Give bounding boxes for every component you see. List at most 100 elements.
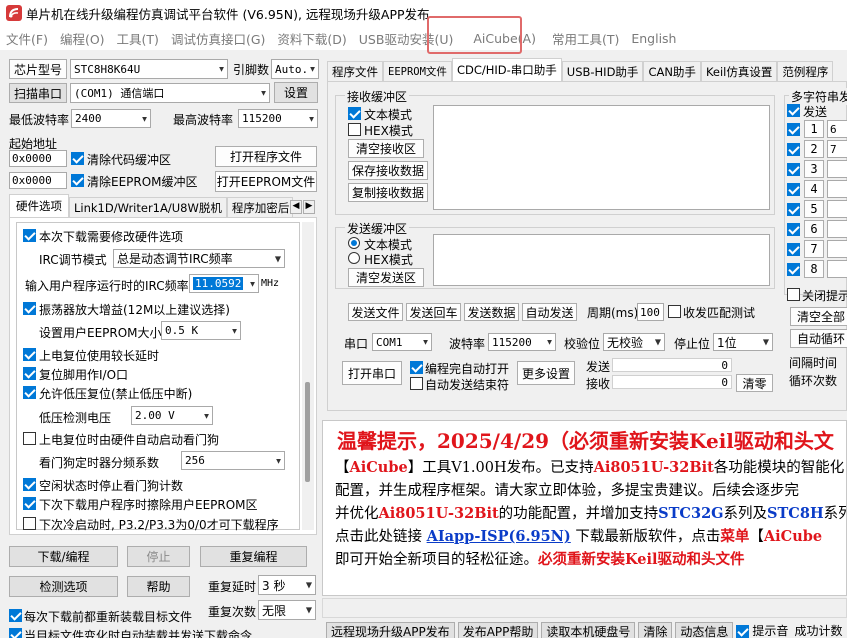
multi-row-checkbox[interactable] [787, 243, 800, 256]
eeprom-size-select[interactable]: 0.5 K ▼ [161, 321, 241, 340]
dynamic-info-button[interactable]: 动态信息 [675, 622, 734, 638]
parity-select[interactable]: 无校验 ▼ [603, 333, 665, 351]
multi-row-send-button[interactable]: 7 [804, 240, 824, 258]
option-6-checkbox[interactable] [23, 432, 36, 445]
stop-button[interactable]: 停止 [127, 546, 190, 567]
irc-frequency-select[interactable]: 11.0592 ▼ [189, 274, 259, 293]
multi-row-send-button[interactable]: 3 [804, 160, 824, 178]
stop-bits-select[interactable]: 1位 ▼ [713, 333, 773, 351]
option-4-checkbox[interactable] [23, 367, 36, 380]
menu-common-tools[interactable]: 常用工具(T) [546, 29, 625, 48]
tab-scroll-left-icon[interactable]: ◀ [290, 200, 302, 214]
auto-send-checkbox[interactable] [9, 628, 22, 638]
period-input[interactable]: 100 [637, 303, 664, 321]
options-scrollbar[interactable] [302, 222, 314, 530]
multi-row-input[interactable] [827, 260, 847, 278]
auto-send-button[interactable]: 自动发送 [522, 303, 577, 321]
auto-end-checkbox[interactable] [410, 377, 423, 390]
receive-textarea[interactable] [433, 105, 770, 210]
baud-select[interactable]: 115200 ▼ [488, 333, 556, 351]
send-data-button[interactable]: 发送数据 [464, 303, 519, 321]
serial-port-select[interactable]: COM1 ▼ [372, 333, 432, 351]
address-input-1[interactable]: 0x0000 [9, 150, 67, 167]
auto-loop-button[interactable]: 自动循环 [790, 329, 847, 348]
multi-row-checkbox[interactable] [787, 163, 800, 176]
clear-send-button[interactable]: 清空发送区 [348, 268, 424, 287]
option-3-checkbox[interactable] [23, 348, 36, 361]
multi-row-input[interactable] [827, 220, 847, 238]
chip-model-button[interactable]: 芯片型号 [9, 59, 67, 79]
download-program-button[interactable]: 下载/编程 [9, 546, 118, 567]
multi-row-checkbox[interactable] [787, 203, 800, 216]
scan-port-button[interactable]: 扫描串口 [9, 83, 67, 103]
remote-upgrade-button[interactable]: 远程现场升级APP发布 [326, 622, 455, 638]
tab-keil[interactable]: Keil仿真设置 [700, 61, 778, 81]
menu-debug[interactable]: 调试仿真接口(G) [165, 29, 271, 48]
check-options-button[interactable]: 检测选项 [9, 576, 118, 597]
notice-scrollbar[interactable] [322, 598, 847, 618]
menu-program[interactable]: 编程(O) [54, 29, 111, 48]
tab-eeprom-file[interactable]: EEPROM文件 [383, 61, 452, 81]
tab-scroll-right-icon[interactable]: ▶ [303, 200, 315, 214]
clear-all-button[interactable]: 清空全部 [790, 307, 847, 326]
multi-row-send-button[interactable]: 4 [804, 180, 824, 198]
watchdog-select[interactable]: 256 ▼ [181, 451, 285, 470]
send-hex-mode-radio[interactable] [348, 252, 360, 264]
multi-row-send-button[interactable]: 8 [804, 260, 824, 278]
tab-can[interactable]: CAN助手 [643, 61, 701, 81]
option-7-checkbox[interactable] [23, 478, 36, 491]
min-baud-select[interactable]: 2400 ▼ [71, 109, 151, 128]
clear-code-checkbox[interactable] [71, 152, 84, 165]
option-8-checkbox[interactable] [23, 497, 36, 510]
download-link[interactable]: AIapp-ISP(6.95N) [427, 528, 571, 545]
tab-hardware-options[interactable]: 硬件选项 [9, 194, 69, 217]
menu-file[interactable]: 文件(F) [0, 29, 54, 48]
reload-file-checkbox[interactable] [9, 609, 22, 622]
menu-download[interactable]: 资料下载(D) [271, 29, 352, 48]
option-9-checkbox[interactable] [23, 517, 36, 530]
multi-row-input[interactable] [827, 240, 847, 258]
repeat-count-select[interactable]: 无限 ▼ [258, 600, 316, 620]
help-button[interactable]: 帮助 [127, 576, 190, 597]
irc-mode-select[interactable]: 总是动态调节IRC频率 ▼ [113, 249, 285, 268]
multi-row-input[interactable] [827, 180, 847, 198]
multi-row-send-button[interactable]: 5 [804, 200, 824, 218]
repeat-delay-select[interactable]: 3 秒 ▼ [258, 575, 316, 595]
address-input-2[interactable]: 0x0000 [9, 172, 67, 189]
option-1-checkbox[interactable] [23, 229, 36, 242]
multi-row-checkbox[interactable] [787, 183, 800, 196]
low-voltage-select[interactable]: 2.00 V ▼ [131, 406, 213, 425]
clear-receive-button[interactable]: 清空接收区 [348, 139, 424, 158]
multi-send-checkbox[interactable] [787, 104, 800, 117]
match-test-checkbox[interactable] [668, 305, 681, 318]
tab-link1d[interactable]: Link1D/Writer1A/U8W脱机 [69, 197, 227, 217]
pins-select[interactable]: Auto. ▼ [271, 59, 319, 79]
close-hint-checkbox[interactable] [787, 288, 800, 301]
multi-row-send-button[interactable]: 6 [804, 220, 824, 238]
multi-row-input[interactable] [827, 200, 847, 218]
multi-row-checkbox[interactable] [787, 123, 800, 136]
receive-text-mode-checkbox[interactable] [348, 107, 361, 120]
tab-program-file[interactable]: 程序文件 [327, 61, 383, 81]
multi-row-input[interactable]: 7 [827, 140, 847, 158]
multi-row-send-button[interactable]: 1 [804, 120, 824, 138]
port-select[interactable]: (COM1) 通信端口 ▼ [70, 83, 270, 103]
multi-row-input[interactable] [827, 160, 847, 178]
publish-help-button[interactable]: 发布APP帮助 [457, 622, 539, 638]
scrollbar-thumb[interactable] [305, 382, 310, 482]
settings-button[interactable]: 设置 [274, 82, 318, 103]
multi-row-checkbox[interactable] [787, 263, 800, 276]
option-5-checkbox[interactable] [23, 386, 36, 399]
clear-button[interactable]: 清除 [638, 622, 673, 638]
open-port-button[interactable]: 打开串口 [342, 361, 402, 385]
tab-encryption[interactable]: 程序加密后 [226, 197, 293, 217]
multi-row-input[interactable]: 6 [827, 120, 847, 138]
max-baud-select[interactable]: 115200 ▼ [238, 109, 318, 128]
save-receive-button[interactable]: 保存接收数据 [348, 161, 428, 180]
open-program-file-button[interactable]: 打开程序文件 [215, 146, 317, 167]
send-return-button[interactable]: 发送回车 [406, 303, 461, 321]
tab-usb-hid[interactable]: USB-HID助手 [561, 61, 644, 81]
multi-row-checkbox[interactable] [787, 143, 800, 156]
reset-count-button[interactable]: 清零 [736, 374, 773, 392]
menu-tools[interactable]: 工具(T) [111, 29, 165, 48]
